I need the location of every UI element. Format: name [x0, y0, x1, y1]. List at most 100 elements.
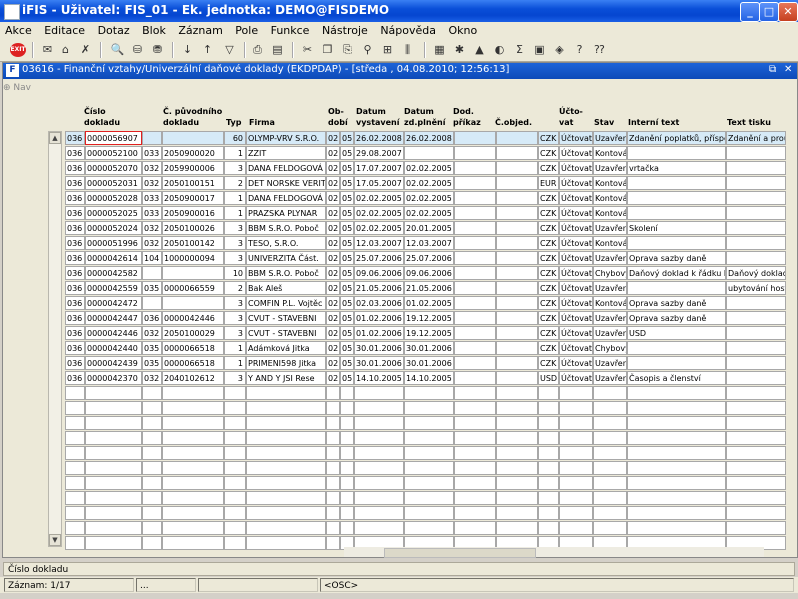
cell-ucto-vat[interactable] — [559, 446, 593, 460]
cell-obdobi-rok[interactable] — [340, 491, 354, 505]
cell-interni-text[interactable]: Oprava sazby daně — [627, 311, 726, 325]
cell-ucto-vat[interactable] — [559, 521, 593, 535]
cell-c-objed[interactable] — [496, 371, 538, 385]
cell-obdobi-mesic[interactable] — [326, 521, 340, 535]
cell-typ[interactable] — [224, 521, 246, 535]
cell-datum-zd-plneni[interactable] — [404, 401, 454, 415]
cell-interni-text[interactable]: Zdanění poplatků, příspěv — [627, 131, 726, 145]
cell-obdobi-mesic[interactable] — [326, 446, 340, 460]
cell-ucto-vat[interactable]: Účtovat — [559, 206, 593, 220]
execute-query-icon[interactable]: ⛁ — [130, 42, 145, 57]
cell-mena[interactable]: CZK — [538, 311, 559, 325]
cell-obdobi-rok[interactable]: 05 — [340, 371, 354, 385]
cell-rada[interactable]: 032 — [142, 161, 162, 175]
cell-datum-zd-plneni[interactable] — [404, 386, 454, 400]
cell-datum-zd-plneni[interactable] — [404, 491, 454, 505]
cell-ucto-vat[interactable]: Účtovat — [559, 281, 593, 295]
cell-text-tisku[interactable] — [726, 386, 786, 400]
cell-typ[interactable] — [224, 461, 246, 475]
cell-ek[interactable] — [65, 536, 85, 550]
cell-obdobi-mesic[interactable] — [326, 491, 340, 505]
cell-interni-text[interactable] — [627, 491, 726, 505]
cell-cislo-dokladu[interactable] — [85, 416, 142, 430]
cell-interni-text[interactable] — [627, 356, 726, 370]
cell-rada[interactable] — [142, 401, 162, 415]
cell-c-objed[interactable] — [496, 281, 538, 295]
cell-datum-vystaveni[interactable]: 02.02.2005 — [354, 221, 404, 235]
cell-obdobi-mesic[interactable]: 02 — [326, 311, 340, 325]
cell-typ[interactable]: 3 — [224, 371, 246, 385]
nav-panel[interactable]: ⊕ Nav — [3, 83, 31, 93]
vertical-scrollbar[interactable]: ▲ ▼ — [48, 131, 62, 547]
globe-icon[interactable]: ◐ — [492, 42, 507, 57]
cell-ek[interactable]: 036 — [65, 311, 85, 325]
cell-typ[interactable] — [224, 431, 246, 445]
cell-obdobi-mesic[interactable]: 02 — [326, 356, 340, 370]
cell-firma[interactable]: PRAZSKA PLYNAR — [246, 206, 326, 220]
cell-rada[interactable]: 033 — [142, 206, 162, 220]
cell-ek[interactable] — [65, 416, 85, 430]
cell-ek[interactable]: 036 — [65, 191, 85, 205]
cell-obdobi-mesic[interactable] — [326, 431, 340, 445]
cell-stav[interactable] — [593, 446, 627, 460]
print-preview-icon[interactable]: ▤ — [270, 42, 285, 57]
cell-datum-zd-plneni[interactable]: 21.05.2006 — [404, 281, 454, 295]
cell-typ[interactable]: 3 — [224, 221, 246, 235]
cell-datum-vystaveni[interactable]: 01.02.2006 — [354, 326, 404, 340]
cell-interni-text[interactable]: Daňový doklad k řádku ba — [627, 266, 726, 280]
cell-ek[interactable]: 036 — [65, 371, 85, 385]
cell-ucto-vat[interactable]: Účtovat — [559, 146, 593, 160]
paste-icon[interactable]: ⎘ — [340, 42, 355, 57]
cell-text-tisku[interactable]: ubytování hostů — [726, 281, 786, 295]
cell-obdobi-mesic[interactable]: 02 — [326, 191, 340, 205]
cell-c-puvodniho[interactable]: 2050900016 — [162, 206, 224, 220]
cell-c-puvodniho[interactable]: 2050900020 — [162, 146, 224, 160]
cell-stav[interactable] — [593, 491, 627, 505]
cell-dod-prikaz[interactable] — [454, 221, 496, 235]
cell-rada[interactable]: 032 — [142, 221, 162, 235]
cell-firma[interactable]: COMFIN P.L. Vojtěc — [246, 296, 326, 310]
cell-text-tisku[interactable] — [726, 446, 786, 460]
cell-c-objed[interactable] — [496, 401, 538, 415]
cell-ek[interactable]: 036 — [65, 161, 85, 175]
cell-stav[interactable]: Kontová — [593, 176, 627, 190]
cell-datum-zd-plneni[interactable] — [404, 416, 454, 430]
cell-text-tisku[interactable] — [726, 176, 786, 190]
cell-text-tisku[interactable]: Zdanění a proúč — [726, 131, 786, 145]
cell-typ[interactable]: 1 — [224, 146, 246, 160]
cell-cislo-dokladu[interactable]: 0000052028 — [85, 191, 142, 205]
cell-mena[interactable] — [538, 476, 559, 490]
cell-text-tisku[interactable] — [726, 191, 786, 205]
cell-text-tisku[interactable] — [726, 506, 786, 520]
cell-ucto-vat[interactable]: Účtovat — [559, 251, 593, 265]
cell-obdobi-mesic[interactable]: 02 — [326, 221, 340, 235]
cell-c-puvodniho[interactable]: 2050900017 — [162, 191, 224, 205]
cell-datum-zd-plneni[interactable] — [404, 521, 454, 535]
cell-stav[interactable]: Uzavřen — [593, 371, 627, 385]
cell-stav[interactable]: Uzavřen — [593, 131, 627, 145]
cell-datum-zd-plneni[interactable]: 26.02.2008 — [404, 131, 454, 145]
cell-stav[interactable]: Uzavřen — [593, 311, 627, 325]
cell-c-puvodniho[interactable] — [162, 446, 224, 460]
cell-rada[interactable]: 033 — [142, 191, 162, 205]
cell-c-puvodniho[interactable] — [162, 431, 224, 445]
cell-text-tisku[interactable] — [726, 401, 786, 415]
settings-icon[interactable]: ✱ — [452, 42, 467, 57]
cell-text-tisku[interactable] — [726, 431, 786, 445]
cell-mena[interactable]: CZK — [538, 221, 559, 235]
cell-obdobi-mesic[interactable]: 02 — [326, 371, 340, 385]
cell-text-tisku[interactable] — [726, 251, 786, 265]
cell-interni-text[interactable] — [627, 146, 726, 160]
horizontal-scroll-thumb[interactable] — [384, 548, 536, 558]
cell-datum-vystaveni[interactable]: 17.07.2007 — [354, 161, 404, 175]
export-icon[interactable]: ◈ — [552, 42, 567, 57]
cell-c-puvodniho[interactable] — [162, 401, 224, 415]
cell-typ[interactable]: 3 — [224, 236, 246, 250]
cell-obdobi-mesic[interactable] — [326, 506, 340, 520]
cell-ucto-vat[interactable] — [559, 476, 593, 490]
cell-dod-prikaz[interactable] — [454, 446, 496, 460]
cell-cislo-dokladu[interactable]: 0000042614 — [85, 251, 142, 265]
cell-obdobi-rok[interactable]: 05 — [340, 221, 354, 235]
cell-firma[interactable] — [246, 521, 326, 535]
cell-datum-zd-plneni[interactable] — [404, 431, 454, 445]
